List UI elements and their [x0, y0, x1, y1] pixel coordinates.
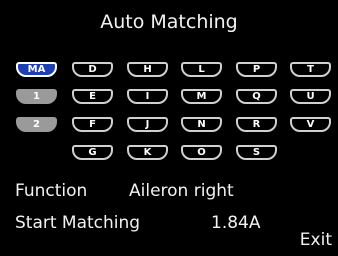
key-r[interactable]: R: [236, 117, 277, 132]
key-l[interactable]: L: [181, 62, 222, 77]
key-t[interactable]: T: [290, 62, 331, 77]
key-j[interactable]: J: [127, 117, 168, 132]
exit-button[interactable]: Exit: [300, 230, 332, 250]
key-o[interactable]: O: [181, 145, 222, 160]
key-q[interactable]: Q: [236, 89, 277, 104]
function-value: Aileron right: [129, 181, 234, 201]
key-e[interactable]: E: [72, 89, 113, 104]
key-mode-1[interactable]: 1: [16, 89, 57, 104]
start-matching-button[interactable]: Start Matching: [15, 213, 140, 233]
key-v[interactable]: V: [290, 117, 331, 132]
key-g[interactable]: G: [72, 145, 113, 160]
key-p[interactable]: P: [236, 62, 277, 77]
key-n[interactable]: N: [181, 117, 222, 132]
key-mode-2[interactable]: 2: [16, 117, 57, 132]
key-d[interactable]: D: [72, 62, 113, 77]
channel-grid: MA 1 2 D E F G H I J K L M N O P Q R S T…: [0, 0, 338, 160]
key-ma[interactable]: MA: [16, 62, 57, 77]
function-label: Function: [15, 181, 88, 201]
key-s[interactable]: S: [236, 145, 277, 160]
current-readout: 1.84A: [211, 213, 261, 233]
key-m[interactable]: M: [181, 89, 222, 104]
key-f[interactable]: F: [72, 117, 113, 132]
key-k[interactable]: K: [127, 145, 168, 160]
key-u[interactable]: U: [290, 89, 331, 104]
key-h[interactable]: H: [127, 62, 168, 77]
key-i[interactable]: I: [127, 89, 168, 104]
